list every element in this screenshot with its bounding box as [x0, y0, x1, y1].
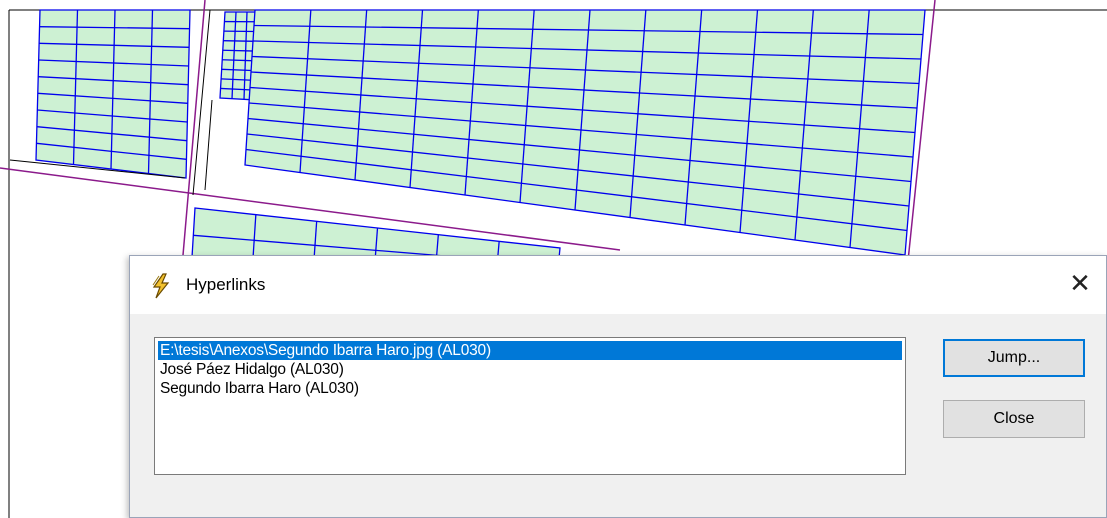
jump-button[interactable]: Jump...: [943, 339, 1085, 377]
hyperlinks-listbox[interactable]: E:\tesis\Anexos\Segundo Ibarra Haro.jpg …: [154, 337, 906, 475]
parcels-main-block: [244, 9, 926, 256]
list-item[interactable]: José Páez Hidalgo (AL030): [158, 360, 902, 379]
road-edge: [204, 99, 213, 191]
hyperlinks-dialog: Hyperlinks ✕ E:\tesis\Anexos\Segundo Iba…: [129, 255, 1107, 518]
dialog-title: Hyperlinks: [186, 275, 266, 294]
list-item[interactable]: E:\tesis\Anexos\Segundo Ibarra Haro.jpg …: [158, 341, 902, 360]
close-button[interactable]: Close: [943, 400, 1085, 438]
lightning-bolt-icon: [152, 273, 170, 299]
dialog-titlebar[interactable]: Hyperlinks ✕: [130, 256, 1106, 314]
parcels-small-row-line: [223, 40, 258, 42]
close-icon[interactable]: ✕: [1062, 266, 1098, 302]
list-item[interactable]: Segundo Ibarra Haro (AL030): [158, 379, 902, 398]
